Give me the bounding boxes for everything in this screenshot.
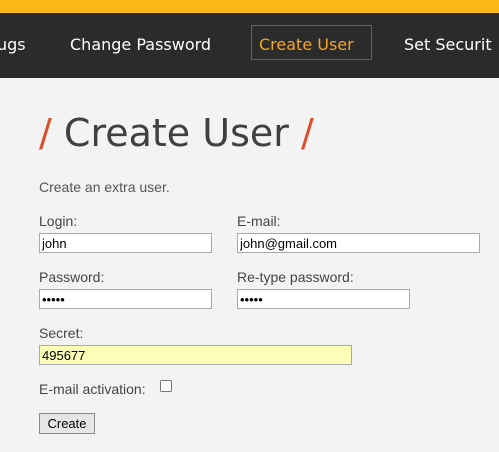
password-input[interactable] [39, 289, 212, 309]
page-description: Create an extra user. [39, 179, 170, 195]
login-input[interactable] [39, 233, 212, 253]
email-input[interactable] [237, 233, 480, 253]
top-accent-bar [0, 0, 499, 13]
nav-item-create-user[interactable]: Create User [251, 25, 372, 60]
nav-item-change-password[interactable]: Change Password [70, 35, 211, 54]
login-label: Login: [39, 213, 78, 229]
email-label: E-mail: [237, 213, 281, 229]
page-title-text: Create User [63, 111, 289, 155]
retype-password-input[interactable] [237, 289, 410, 309]
email-activation-label: E-mail activation: [39, 381, 146, 397]
nav-bar: ugs Change Password Create User Set Secu… [0, 13, 499, 78]
title-slash-right: / [300, 111, 314, 155]
page-title: / Create User / [39, 111, 314, 155]
password-label: Password: [39, 269, 105, 285]
nav-item-set-security[interactable]: Set Securit [404, 35, 492, 54]
email-activation-checkbox[interactable] [160, 380, 172, 392]
nav-item-bugs[interactable]: ugs [0, 35, 26, 54]
secret-label: Secret: [39, 325, 84, 341]
create-button[interactable]: Create [39, 413, 95, 434]
retype-password-label: Re-type password: [237, 269, 354, 285]
nav-item-create-user-label: Create User [259, 35, 354, 54]
title-slash-left: / [39, 111, 52, 155]
secret-input[interactable] [39, 345, 352, 365]
